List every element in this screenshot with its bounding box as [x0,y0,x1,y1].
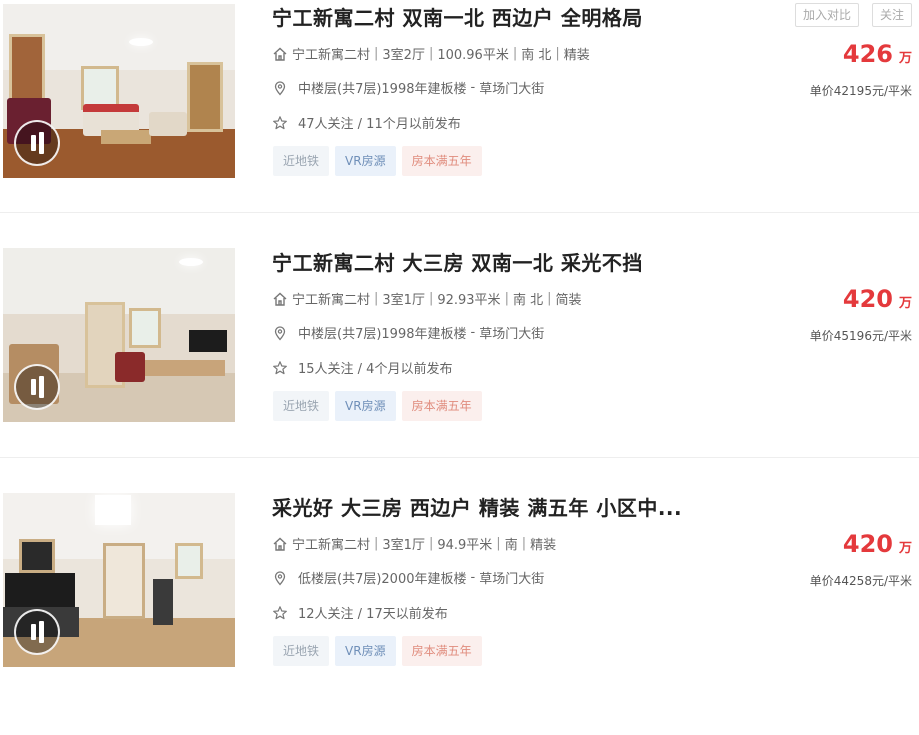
listing-title[interactable]: 采光好 大三房 西边户 精装 满五年 小区中... [272,492,682,521]
house-info: 宁工新寓二村 | 3室1厅 | 94.9平米 | 南 | 精装 [272,534,556,553]
unit-price: 单价45196元/平米 [809,329,912,343]
orientation: 南 [504,538,518,553]
layout: 3室1厅 [382,538,425,553]
follow-count-text: 47人关注 / 11个月以前发布 [298,117,461,132]
total-price: 426 万 [842,40,912,68]
tag-five-years: 房本满五年 [401,636,482,666]
total-price: 420 万 [842,285,912,313]
house-icon [273,47,287,61]
unit-price: 单价42195元/平米 [809,84,912,98]
house-icon [273,537,287,551]
area: 100.96平米 [437,48,509,63]
follow-count-text: 15人关注 / 4个月以前发布 [298,362,453,377]
listing-card: 采光好 大三房 西边户 精装 满五年 小区中... 宁工新寓二村 | 3室1厅 | … [0,490,919,735]
area: 94.9平米 [437,538,493,553]
orientation: 南 北 [521,48,552,63]
follow-info: 47人关注 / 11个月以前发布 [272,113,461,132]
listing-title[interactable]: 宁工新寓二村 大三房 双南一北 采光不挡 [272,247,643,276]
position-info: 中楼层(共7层)1998年建板楼 - 草场门大街 [272,323,544,342]
district-link[interactable]: 草场门大街 [479,78,544,97]
community-link[interactable]: 宁工新寓二村 [292,289,370,308]
follow-info: 12人关注 / 17天以前发布 [272,603,448,622]
tag-list: 近地铁 VR房源 房本满五年 [273,636,488,666]
layout: 3室1厅 [382,293,425,308]
vr-badge-icon[interactable] [14,609,60,655]
star-icon [273,605,287,619]
layout: 3室2厅 [382,48,425,63]
listing-photo[interactable] [3,4,235,178]
listing-photo[interactable] [3,493,235,667]
tag-list: 近地铁 VR房源 房本满五年 [273,391,488,421]
star-icon [273,115,287,129]
listing-card: 宁工新寓二村 双南一北 西边户 全明格局 加入对比 关注 宁工新寓二村 | 3室2… [0,0,919,245]
star-icon [273,360,287,374]
decoration: 简装 [555,293,582,308]
position-info: 中楼层(共7层)1998年建板楼 - 草场门大街 [272,78,544,97]
follow-button[interactable]: 关注 [872,3,913,27]
tag-five-years: 房本满五年 [401,146,482,176]
floor-info: 中楼层(共7层)1998年建板楼 [298,82,467,97]
follow-count-text: 12人关注 / 17天以前发布 [298,607,448,622]
listing-photo[interactable] [3,248,235,422]
listing-card: 宁工新寓二村 大三房 双南一北 采光不挡 宁工新寓二村 | 3室1厅 | 92.93… [0,245,919,490]
community-link[interactable]: 宁工新寓二村 [292,44,370,63]
unit-price: 单价44258元/平米 [809,574,912,588]
tag-list: 近地铁 VR房源 房本满五年 [273,146,488,176]
tag-vr: VR房源 [335,636,396,666]
floor-info: 中楼层(共7层)1998年建板楼 [298,327,467,342]
floor-info: 低楼层(共7层)2000年建板楼 [298,572,467,587]
vr-badge-icon[interactable] [14,120,60,166]
decoration: 精装 [530,538,557,553]
compare-button[interactable]: 加入对比 [795,3,860,27]
area: 92.93平米 [437,293,501,308]
location-pin-icon [274,570,286,585]
divider [0,212,919,213]
follow-info: 15人关注 / 4个月以前发布 [272,358,452,377]
decoration: 精装 [563,48,590,63]
location-pin-icon [274,80,286,95]
district-link[interactable]: 草场门大街 [479,323,544,342]
position-info: 低楼层(共7层)2000年建板楼 - 草场门大街 [272,568,544,587]
community-link[interactable]: 宁工新寓二村 [292,534,370,553]
district-link[interactable]: 草场门大街 [479,568,544,587]
tag-vr: VR房源 [335,146,396,176]
vr-badge-icon[interactable] [14,364,60,410]
tag-vr: VR房源 [335,391,396,421]
house-info: 宁工新寓二村 | 3室1厅 | 92.93平米 | 南 北 | 简装 [272,289,582,308]
tag-five-years: 房本满五年 [401,391,482,421]
house-icon [273,292,287,306]
tag-subway: 近地铁 [273,391,330,421]
listing-title[interactable]: 宁工新寓二村 双南一北 西边户 全明格局 [272,2,643,31]
house-info: 宁工新寓二村 | 3室2厅 | 100.96平米 | 南 北 | 精装 [272,44,590,63]
orientation: 南 北 [512,293,544,308]
total-price: 420 万 [842,530,912,558]
location-pin-icon [274,325,286,340]
divider [0,457,919,458]
tag-subway: 近地铁 [273,146,330,176]
tag-subway: 近地铁 [273,636,330,666]
